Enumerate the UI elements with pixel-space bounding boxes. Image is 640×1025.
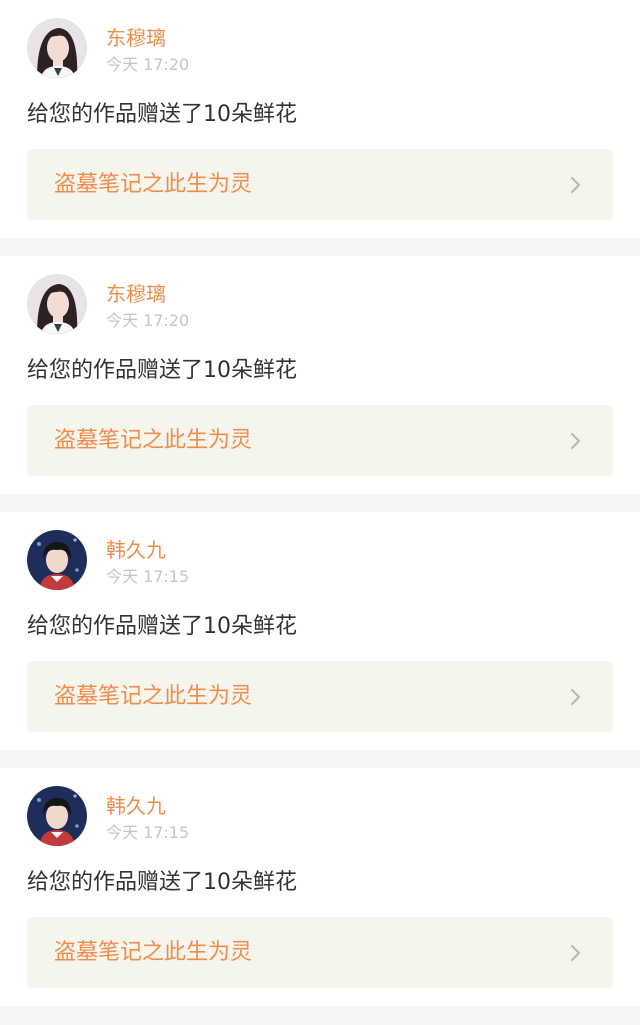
chevron-right-icon <box>571 177 580 193</box>
timestamp: 今天 17:15 <box>106 567 190 586</box>
username[interactable]: 韩久九 <box>106 538 166 562</box>
notification-card: 东穆璃 今天 17:20 给您的作品赠送了10朵鲜花 盗墓笔记之此生为灵 <box>0 0 640 238</box>
username[interactable]: 东穆璃 <box>106 282 166 306</box>
work-link-card[interactable]: 盗墓笔记之此生为灵 <box>27 149 613 220</box>
user-avatar[interactable] <box>27 274 87 334</box>
work-title: 盗墓笔记之此生为灵 <box>54 172 253 197</box>
notification-card: 韩久九 今天 17:15 给您的作品赠送了10朵鲜花 盗墓笔记之此生为灵 <box>0 768 640 1006</box>
work-link-card[interactable]: 盗墓笔记之此生为灵 <box>27 661 613 732</box>
gift-message: 给您的作品赠送了10朵鲜花 <box>27 870 297 895</box>
user-avatar[interactable] <box>27 530 87 590</box>
work-link-card[interactable]: 盗墓笔记之此生为灵 <box>27 917 613 988</box>
gift-message: 给您的作品赠送了10朵鲜花 <box>27 358 297 383</box>
user-avatar[interactable] <box>27 18 87 78</box>
chevron-right-icon <box>571 433 580 449</box>
work-title: 盗墓笔记之此生为灵 <box>54 428 253 453</box>
female-user-avatar-icon <box>27 274 87 334</box>
timestamp: 今天 17:15 <box>106 823 190 842</box>
male-user-avatar-icon <box>27 786 87 846</box>
male-user-avatar-icon <box>27 530 87 590</box>
timestamp: 今天 17:20 <box>106 55 190 74</box>
user-avatar[interactable] <box>27 786 87 846</box>
gift-notification-feed: 东穆璃 今天 17:20 给您的作品赠送了10朵鲜花 盗墓笔记之此生为灵 东穆璃… <box>0 0 640 1006</box>
female-user-avatar-icon <box>27 18 87 78</box>
gift-message: 给您的作品赠送了10朵鲜花 <box>27 102 297 127</box>
work-title: 盗墓笔记之此生为灵 <box>54 940 253 965</box>
notification-card: 韩久九 今天 17:15 给您的作品赠送了10朵鲜花 盗墓笔记之此生为灵 <box>0 512 640 750</box>
work-link-card[interactable]: 盗墓笔记之此生为灵 <box>27 405 613 476</box>
notification-card: 东穆璃 今天 17:20 给您的作品赠送了10朵鲜花 盗墓笔记之此生为灵 <box>0 256 640 494</box>
timestamp: 今天 17:20 <box>106 311 190 330</box>
chevron-right-icon <box>571 945 580 961</box>
username[interactable]: 韩久九 <box>106 794 166 818</box>
chevron-right-icon <box>571 689 580 705</box>
work-title: 盗墓笔记之此生为灵 <box>54 684 253 709</box>
username[interactable]: 东穆璃 <box>106 26 166 50</box>
gift-message: 给您的作品赠送了10朵鲜花 <box>27 614 297 639</box>
